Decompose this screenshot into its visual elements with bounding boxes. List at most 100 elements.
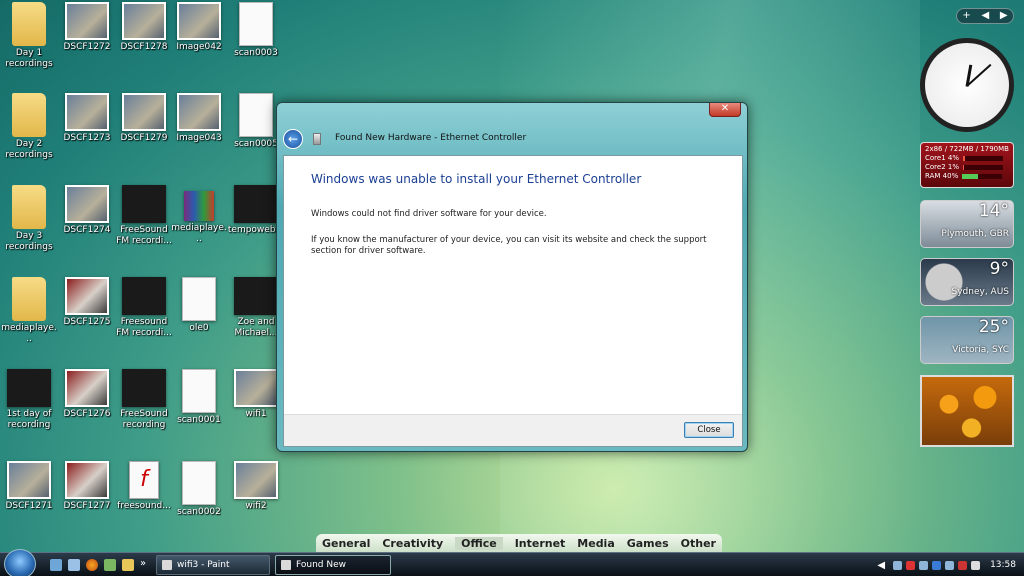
desktop-icon[interactable]: Day 3 recordings [0,185,58,253]
prev-gadget-button[interactable]: ◀ [981,9,989,23]
photo-icon [65,2,109,40]
start-button[interactable] [4,549,36,576]
slideshow-gadget[interactable] [920,375,1014,447]
desktop-icon-label: Freesound FM recordi... [116,317,172,338]
desktop-icon[interactable]: DSCF1271 [0,461,58,512]
desktop-icon[interactable]: DSCF1272 [58,2,116,53]
category-other[interactable]: Other [681,537,716,550]
firefox-icon[interactable] [86,559,98,571]
category-general[interactable]: General [322,537,370,550]
desktop: Day 1 recordings DSCF1272 DSCF1278 Image042… [0,0,1024,552]
window-close-button[interactable]: ✕ [709,103,741,117]
clock-gadget[interactable] [920,38,1014,132]
desktop-icon-label: DSCF1277 [63,501,111,511]
switch-windows-icon[interactable] [68,559,80,571]
desktop-icon[interactable]: 1st day of recording [0,369,58,431]
category-bar: General Creativity Office Internet Media Game… [316,534,722,552]
category-creativity[interactable]: Creativity [382,537,443,550]
back-arrow-icon[interactable]: ← [283,129,303,149]
folder-icon[interactable] [122,559,134,571]
desktop-icon-label: 1st day of recording [6,409,52,430]
photo-icon [177,2,221,40]
photo-icon [7,461,51,499]
desktop-icon[interactable]: Day 2 recordings [0,93,58,161]
desktop-icon[interactable]: DSCF1279 [115,93,173,144]
dialog-footer: Close [284,414,742,446]
desktop-icon[interactable]: DSCF1277 [58,461,116,512]
desktop-icon-label: mediaplaye... [1,323,57,344]
desktop-icon-label: Image043 [176,133,222,143]
explorer-icon[interactable] [104,559,116,571]
task-paint[interactable]: wifi3 - Paint [156,555,270,575]
photo-icon [65,93,109,131]
battery-icon[interactable] [958,560,968,570]
show-desktop-icon[interactable] [50,559,62,571]
doc-icon [239,2,273,46]
desktop-icon[interactable]: ole0 [170,277,228,334]
desktop-icon[interactable]: scan0003 [227,2,285,59]
red-icon [65,369,109,407]
window-title: Found New Hardware - Ethernet Controller [335,133,527,143]
volume-icon[interactable] [971,560,981,570]
folder-icon [12,277,46,321]
desktop-icon-label: Image042 [176,42,222,52]
cpu-header: 2x86 / 722MB / 1790MB [925,145,1009,153]
weather-gadget-plymouth[interactable]: 14° Plymouth, GBR [920,200,1014,248]
desktop-icon[interactable]: DSCF1276 [58,369,116,420]
close-button[interactable]: Close [684,422,734,438]
dialog-message: Windows could not find driver software f… [311,209,547,219]
update-icon[interactable] [919,560,929,570]
desktop-icon[interactable]: mediaplaye... [0,277,58,345]
cpu-meter-gadget[interactable]: 2x86 / 722MB / 1790MB Core1 4% Core2 1% … [920,142,1014,188]
desktop-icon[interactable]: FreeSound FM recordi... [115,185,173,247]
desktop-icon[interactable]: wifi2 [227,461,285,512]
add-gadget-button[interactable]: + [962,9,970,23]
tray-expand-icon[interactable]: ◀ [877,560,885,571]
desktop-icon[interactable]: DSCF1278 [115,2,173,53]
desktop-icon[interactable]: mediaplaye... [170,185,228,245]
doc-icon [182,277,216,321]
desktop-icon[interactable]: Freesound FM recordi... [115,277,173,339]
desktop-icon[interactable]: Image043 [170,93,228,144]
weather-gadget-victoria[interactable]: 25° Victoria, SYC [920,316,1014,364]
folder-icon [12,93,46,137]
desktop-icon[interactable]: scan0002 [170,461,228,518]
category-internet[interactable]: Internet [515,537,566,550]
desktop-icon-label: DSCF1278 [120,42,168,52]
desktop-icon-label: DSCF1273 [63,133,111,143]
desktop-icon[interactable]: FreeSound recording [115,369,173,431]
quicklaunch-overflow-icon[interactable]: » [140,558,146,569]
film-icon [234,185,278,223]
desktop-icon-label: mediaplaye... [171,223,227,244]
folder-icon [12,185,46,229]
category-games[interactable]: Games [627,537,669,550]
core2-bar [963,164,1003,170]
desktop-icon[interactable]: DSCF1275 [58,277,116,328]
folder-icon [12,2,46,46]
desktop-icon[interactable]: f freesound... [115,461,173,512]
network-icon[interactable] [893,560,903,570]
security-icon[interactable] [906,560,916,570]
taskbar-clock[interactable]: 13:58 [990,560,1016,570]
desktop-icon-label: ole0 [189,323,209,333]
weather-gadget-sydney[interactable]: 9° Sydney, AUS [920,258,1014,306]
bluetooth-icon[interactable] [932,560,942,570]
photo-icon [65,185,109,223]
doc-icon [239,93,273,137]
hardware-tray-icon[interactable] [945,560,955,570]
taskbar: » wifi3 - Paint Found New Hardwa... ◀ 13… [0,549,1024,576]
desktop-icon[interactable]: Image042 [170,2,228,53]
desktop-icon-label: DSCF1271 [5,501,53,511]
desktop-icon[interactable]: DSCF1274 [58,185,116,236]
desktop-icon[interactable]: scan0001 [170,369,228,426]
system-tray: ◀ 13:58 [864,553,1024,576]
ram-bar [962,173,1003,179]
ram-row: RAM 40% [925,172,1009,181]
desktop-icon[interactable]: DSCF1273 [58,93,116,144]
desktop-icon[interactable]: Day 1 recordings [0,2,58,70]
rar-icon [184,191,214,221]
category-office[interactable]: Office [455,536,503,550]
category-media[interactable]: Media [577,537,614,550]
next-gadget-button[interactable]: ▶ [1000,9,1008,23]
task-found-new-hardware[interactable]: Found New Hardwa... [275,555,391,575]
